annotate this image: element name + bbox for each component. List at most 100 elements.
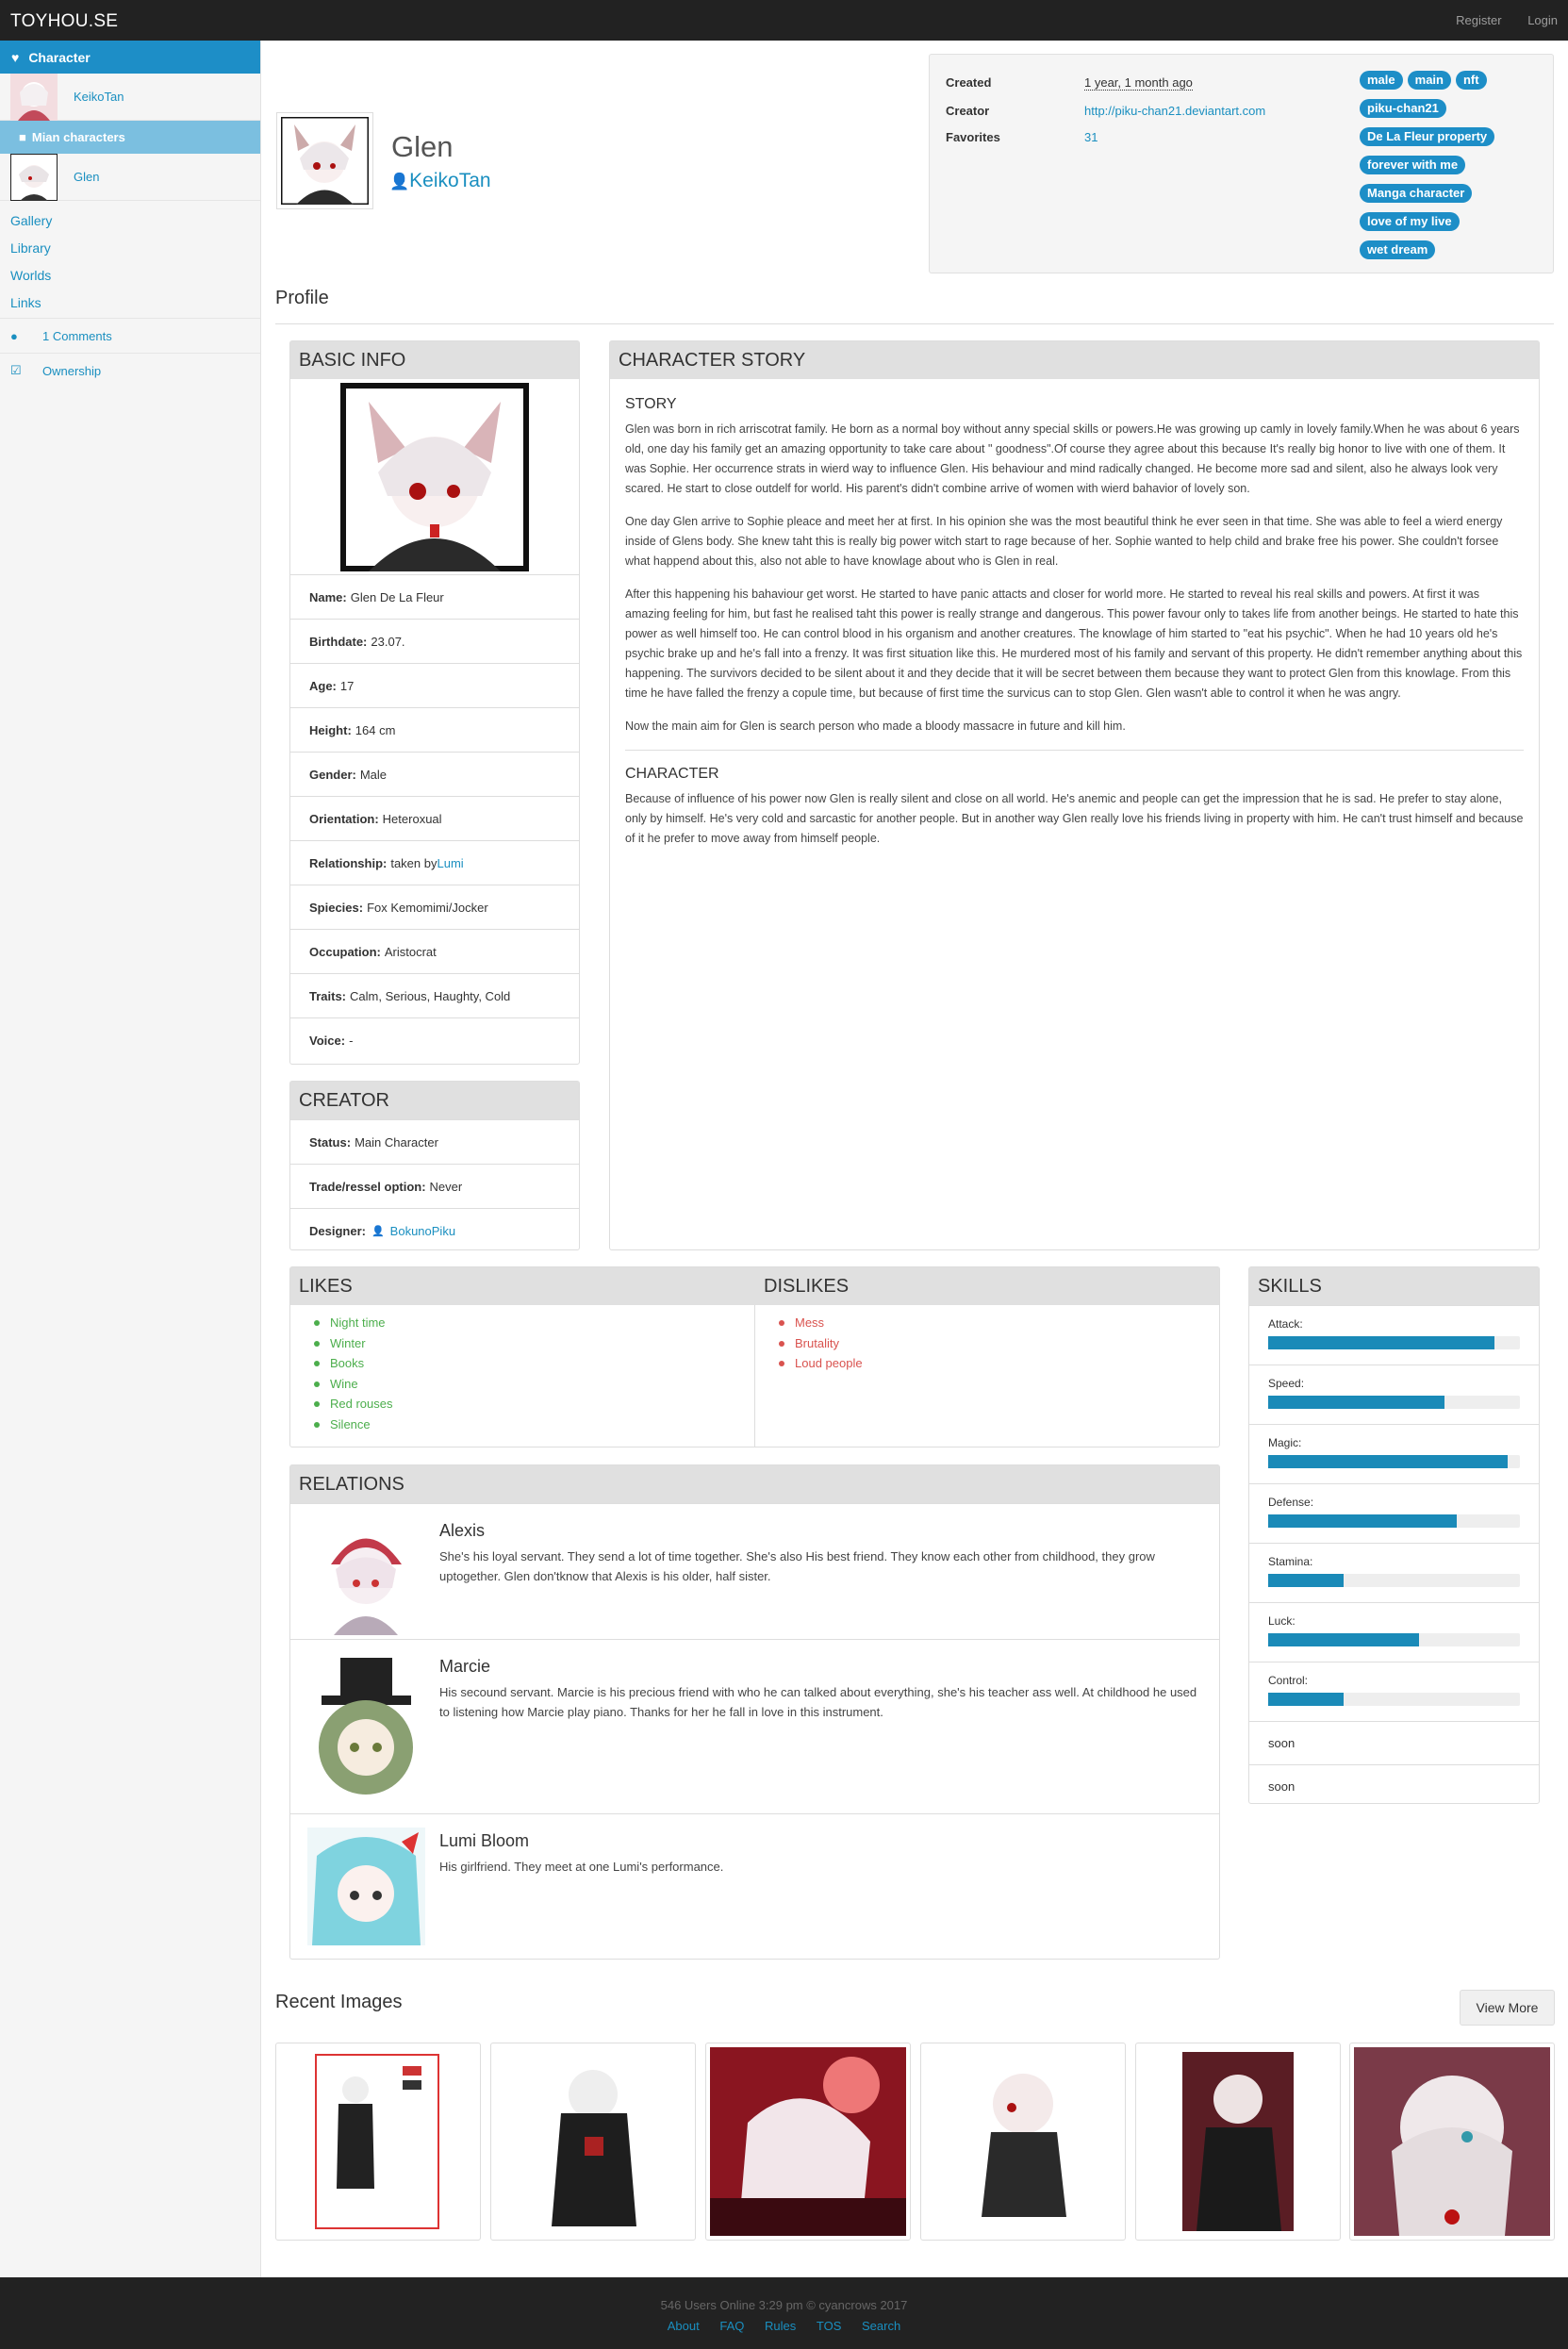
recent-image[interactable] <box>705 2043 911 2241</box>
footer-link-tos[interactable]: TOS <box>817 2319 842 2333</box>
sidebar-link-library[interactable]: Library <box>0 234 260 261</box>
view-more-button[interactable]: View More <box>1460 1990 1555 2026</box>
sidebar-comments[interactable]: ● 1 Comments <box>0 318 260 353</box>
info-value: Fox Kemomimi/Jocker <box>367 900 488 915</box>
relation-name[interactable]: Marcie <box>439 1657 490 1677</box>
footer: 546 Users Online 3:29 pm © cyancrows 201… <box>0 2277 1568 2349</box>
story-title: CHARACTER STORY <box>610 341 1539 379</box>
created-label: Created <box>946 75 992 90</box>
like-item: Winter <box>314 1333 754 1354</box>
owner-avatar <box>10 73 58 121</box>
character-text: Because of influence of his power now Gl… <box>625 792 1524 845</box>
dislike-item: Brutality <box>779 1333 1219 1354</box>
character-owner-link[interactable]: 👤KeikoTan <box>389 170 491 192</box>
like-item: Silence <box>314 1414 754 1435</box>
info-value: Calm, Serious, Haughty, Cold <box>350 988 511 1003</box>
sidebar-char[interactable]: Glen <box>0 153 260 201</box>
char-thumb <box>10 153 58 201</box>
sidebar-link-worlds[interactable]: Worlds <box>0 261 260 289</box>
info-row-orientation: Orientation: Heteroxual <box>290 796 579 840</box>
tag[interactable]: main <box>1407 71 1451 90</box>
footer-link-faq[interactable]: FAQ <box>719 2319 744 2333</box>
tag[interactable]: male <box>1360 71 1403 90</box>
basic-info-title: BASIC INFO <box>290 341 579 379</box>
skills-list: Attack: Speed: Magic: Defense: Stamina: Luck:… <box>1249 1305 1539 1721</box>
sidebar-link-links[interactable]: Links <box>0 289 260 316</box>
sidebar-owner[interactable]: KeikoTan <box>0 73 260 121</box>
comments-label: 1 Comments <box>42 328 112 343</box>
tag[interactable]: Manga character <box>1360 184 1473 203</box>
info-value: - <box>349 1033 354 1048</box>
info-key: Spiecies: <box>309 900 364 915</box>
recent-image[interactable] <box>1135 2043 1341 2241</box>
info-value: 164 cm <box>355 722 396 737</box>
recent-image[interactable] <box>1349 2043 1555 2241</box>
site-brand[interactable]: TOYHOU.SE <box>10 11 118 32</box>
dislikes-list: Mess Brutality Loud people <box>755 1305 1219 1447</box>
relation-name[interactable]: Lumi Bloom <box>439 1831 529 1851</box>
tag[interactable]: De La Fleur property <box>1360 127 1495 146</box>
relations-panel: RELATIONS Alexis She's his loyal servant… <box>289 1464 1220 1960</box>
recent-image[interactable] <box>490 2043 696 2241</box>
info-row-gender: Gender: Male <box>290 752 579 796</box>
character-avatar[interactable] <box>276 112 373 209</box>
info-key: Voice: <box>309 1033 346 1048</box>
story-body: STORY Glen was born in rich arriscotrat … <box>610 379 1539 873</box>
recent-image-1 <box>280 2047 476 2236</box>
user-icon: 👤 <box>371 1225 385 1237</box>
creator-row-status: Status: Main Character <box>290 1119 579 1164</box>
character-heading: CHARACTER <box>625 766 719 782</box>
login-link[interactable]: Login <box>1527 13 1558 27</box>
footer-link-about[interactable]: About <box>668 2319 700 2333</box>
tag[interactable]: love of my live <box>1360 212 1460 231</box>
info-value: Heteroxual <box>382 811 442 826</box>
character-portrait[interactable] <box>340 382 529 571</box>
user-icon: 👤 <box>389 173 410 190</box>
footer-link-rules[interactable]: Rules <box>765 2319 796 2333</box>
story-panel: CHARACTER STORY STORY Glen was born in r… <box>609 340 1540 1250</box>
skill-name: Attack: <box>1268 1317 1303 1331</box>
skill-soon: soon <box>1249 1764 1539 1808</box>
skill-bar-fill <box>1268 1514 1458 1528</box>
creator-link[interactable]: http://piku-chan21.deviantart.com <box>1084 104 1265 118</box>
recent-image[interactable] <box>920 2043 1126 2241</box>
relation-avatar-marcie[interactable] <box>307 1653 425 1799</box>
sidebar-owner-name: KeikoTan <box>74 90 124 104</box>
skill-bar-fill <box>1268 1455 1508 1468</box>
skill-name: Speed: <box>1268 1377 1305 1390</box>
character-avatar-image <box>279 115 371 207</box>
tag[interactable]: piku-chan21 <box>1360 99 1446 118</box>
skill-row: Luck: <box>1249 1602 1539 1662</box>
sidebar-link-gallery[interactable]: Gallery <box>0 207 260 234</box>
sidebar: ♥ Character KeikoTan ■ Mian characters G… <box>0 41 261 2277</box>
skill-bar-fill <box>1268 1693 1345 1706</box>
register-link[interactable]: Register <box>1456 13 1501 27</box>
tag[interactable]: wet dream <box>1360 240 1436 259</box>
story-paragraph: Glen was born in rich arriscotrat family… <box>625 422 1520 495</box>
relation-name[interactable]: Alexis <box>439 1521 485 1541</box>
relation-avatar-alexis[interactable] <box>307 1517 425 1635</box>
sidebar-folder[interactable]: ■ Mian characters <box>0 121 260 154</box>
relation-avatar-lumi[interactable] <box>307 1828 425 1945</box>
relationship-link[interactable]: Lumi <box>437 856 464 870</box>
likes-list: Night time Winter Books Wine Red rouses … <box>290 1305 755 1447</box>
like-item: Wine <box>314 1374 754 1395</box>
recent-image[interactable] <box>275 2043 481 2241</box>
sidebar-ownership[interactable]: ☑ Ownership <box>0 353 260 388</box>
footer-stats: 546 Users Online 3:29 pm © cyancrows 201… <box>660 2298 908 2312</box>
sidebar-header[interactable]: ♥ Character <box>0 41 260 74</box>
ownership-label: Ownership <box>42 363 102 378</box>
designer-link[interactable]: BokunoPiku <box>390 1224 455 1238</box>
story-paragraph: After this happening his bahaviour get w… <box>625 587 1523 700</box>
info-row-name: Name: Glen De La Fleur <box>290 574 579 619</box>
info-key: Birthdate: <box>309 634 368 649</box>
skill-name: Control: <box>1268 1674 1309 1687</box>
footer-link-search[interactable]: Search <box>862 2319 900 2333</box>
created-value: 1 year, 1 month ago <box>1084 75 1193 91</box>
skill-bar <box>1268 1633 1520 1646</box>
tag[interactable]: nft <box>1455 71 1487 90</box>
favorites-value[interactable]: 31 <box>1084 130 1098 144</box>
relation-desc: She's his loyal servant. They send a lot… <box>439 1549 1155 1583</box>
tag[interactable]: forever with me <box>1360 156 1466 174</box>
info-key: Occupation: <box>309 944 381 959</box>
